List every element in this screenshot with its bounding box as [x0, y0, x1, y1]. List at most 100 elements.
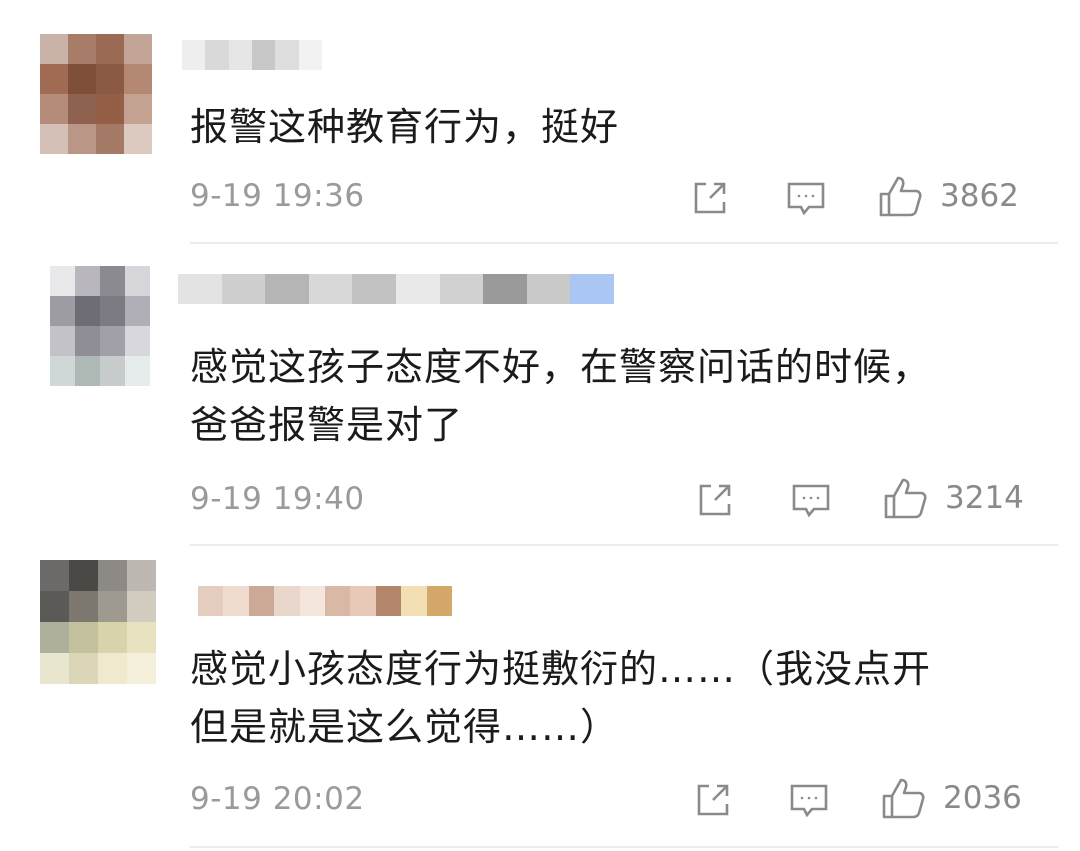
avatar-pixel [40, 94, 68, 124]
avatar-pixel [68, 94, 96, 124]
thumbs-up-icon [884, 478, 927, 519]
avatar-pixel [50, 266, 75, 296]
avatar-pixel [40, 622, 69, 653]
avatar-pixel [50, 326, 75, 356]
username-pixel [570, 274, 614, 304]
avatar-pixel [69, 653, 98, 684]
username[interactable] [182, 40, 322, 70]
avatar-pixel [124, 34, 152, 64]
like-count: 2036 [943, 780, 1022, 816]
avatar-pixel [98, 653, 127, 684]
comment-item: 感觉小孩态度行为挺敷衍的……（我没点开 但是就是这么觉得……） 9-19 20:… [0, 546, 1080, 851]
avatar[interactable] [40, 34, 152, 154]
comment-text: 报警这种教育行为，挺好 [190, 105, 620, 149]
avatar-pixel [75, 296, 100, 326]
avatar-pixel [40, 653, 69, 684]
avatar-pixel [127, 591, 156, 622]
like-count: 3862 [940, 178, 1019, 214]
username-pixel [178, 274, 222, 304]
username-pixel [274, 586, 300, 616]
avatar-pixel [50, 296, 75, 326]
username-pixel [248, 586, 275, 616]
like-button[interactable] [881, 776, 927, 820]
share-button[interactable] [693, 780, 733, 820]
avatar-pixel [40, 34, 68, 64]
share-button[interactable] [690, 178, 730, 218]
username-pixel [223, 586, 249, 616]
avatar-pixel [68, 34, 96, 64]
username-pixel [265, 274, 309, 304]
avatar-pixel [40, 591, 69, 622]
share-icon [697, 784, 729, 816]
reply-button[interactable] [786, 180, 826, 218]
username-pixel [299, 586, 326, 616]
username-pixel [401, 586, 427, 616]
comment-timestamp: 9-19 20:02 [190, 781, 365, 817]
comment-item: 报警这种教育行为，挺好 9-19 19:36 3862 [0, 0, 1080, 246]
avatar-pixel [100, 326, 125, 356]
avatar-pixel [96, 124, 124, 154]
username[interactable] [178, 274, 614, 304]
username-pixel [275, 40, 299, 70]
avatar-pixel [68, 124, 96, 154]
comment-item: 感觉这孩子态度不好，在警察问话的时候， 爸爸报警是对了 9-19 19:40 3… [0, 246, 1080, 546]
like-count: 3214 [945, 480, 1024, 516]
comment-text: 感觉这孩子态度不好，在警察问话的时候， 爸爸报警是对了 [190, 345, 932, 447]
avatar[interactable] [50, 266, 150, 386]
avatar-pixel [125, 326, 150, 356]
avatar-pixel [96, 64, 124, 94]
divider [190, 846, 1058, 848]
username-pixel [198, 586, 224, 616]
username-pixel [308, 274, 353, 304]
avatar-pixel [125, 356, 150, 386]
avatar-pixel [127, 653, 156, 684]
avatar-pixel [69, 591, 98, 622]
username-pixel [483, 274, 527, 304]
avatar-pixel [75, 266, 100, 296]
avatar-pixel [69, 560, 98, 591]
username-pixel [526, 274, 571, 304]
avatar-pixel [100, 296, 125, 326]
like-button[interactable] [883, 476, 929, 520]
avatar[interactable] [40, 560, 156, 684]
comment-timestamp: 9-19 19:36 [190, 178, 365, 214]
avatar-pixel [69, 622, 98, 653]
avatar-pixel [100, 266, 125, 296]
comment-text: 感觉小孩态度行为挺敷衍的……（我没点开 但是就是这么觉得……） [190, 647, 932, 749]
reply-button[interactable] [791, 482, 831, 520]
avatar-pixel [75, 356, 100, 386]
share-button[interactable] [695, 480, 735, 520]
avatar-pixel [96, 94, 124, 124]
avatar-pixel [68, 64, 96, 94]
avatar-pixel [127, 622, 156, 653]
username-pixel [395, 274, 440, 304]
comment-icon [787, 182, 825, 216]
username-pixel [251, 40, 276, 70]
username-pixel [439, 274, 484, 304]
avatar-pixel [96, 34, 124, 64]
share-icon [694, 182, 726, 214]
avatar-pixel [127, 560, 156, 591]
like-button[interactable] [878, 174, 924, 218]
thumbs-up-icon [882, 778, 925, 819]
avatar-pixel [40, 64, 68, 94]
share-icon [699, 484, 731, 516]
username-pixel [426, 586, 453, 616]
username-pixel [352, 274, 396, 304]
username-pixel [182, 40, 206, 70]
comment-icon [792, 484, 830, 518]
username-pixel [205, 40, 229, 70]
thumbs-up-icon [879, 176, 922, 217]
username-pixel [228, 40, 252, 70]
avatar-pixel [98, 622, 127, 653]
avatar-pixel [75, 326, 100, 356]
divider [190, 242, 1058, 244]
avatar-pixel [98, 560, 127, 591]
reply-button[interactable] [789, 782, 829, 820]
username[interactable] [198, 586, 453, 616]
avatar-pixel [125, 266, 150, 296]
avatar-pixel [124, 124, 152, 154]
avatar-pixel [125, 296, 150, 326]
avatar-pixel [100, 356, 125, 386]
comment-icon [790, 784, 828, 818]
